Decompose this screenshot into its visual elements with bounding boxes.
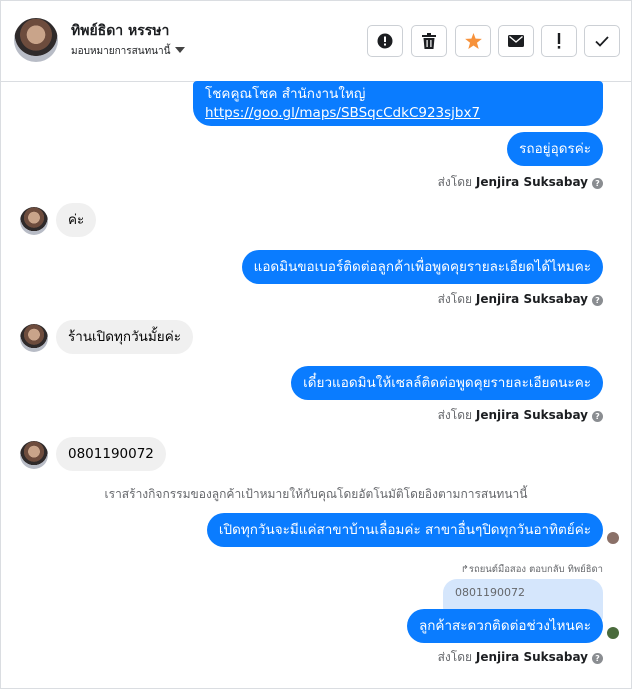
sent-by-label: ส่งโดย Jenjira Suksabay? [438, 406, 603, 425]
sent-by-prefix: ส่งโดย [437, 175, 473, 189]
help-icon[interactable]: ? [592, 295, 603, 306]
contact-avatar[interactable] [14, 18, 58, 62]
sent-by-prefix: ส่งโดย [437, 408, 473, 422]
incoming-message[interactable]: ค่ะ [56, 203, 97, 237]
page-avatar [607, 627, 619, 639]
envelope-icon [508, 35, 524, 47]
contact-avatar [20, 441, 48, 469]
incoming-message[interactable]: 0801190072 [56, 437, 166, 471]
star-icon [464, 33, 482, 49]
contact-avatar [20, 207, 48, 235]
checkmark-icon [595, 35, 609, 47]
help-icon[interactable]: ? [592, 653, 603, 664]
follow-up-button[interactable] [541, 25, 577, 57]
sent-by-name: Jenjira Suksabay [475, 408, 588, 422]
contact-name[interactable]: ทิพย์ธิดา หรรษา [71, 20, 169, 42]
assign-conversation-dropdown[interactable]: มอบหมายการสนทนานี้ [71, 44, 186, 59]
message-text: โชคคูณโชค สำนักงานใหญ่ [205, 86, 366, 102]
outgoing-message[interactable]: แอดมินขอเบอร์ติดต่อลูกค้าเพื่อพูดคุยรายล… [241, 250, 603, 284]
trash-icon [422, 33, 436, 49]
outgoing-message[interactable]: เดี๋ยวแอดมินให้เซลล์ติดต่อพูดคุยรายละเอี… [291, 366, 603, 400]
sent-by-name: Jenjira Suksabay [475, 175, 588, 189]
incoming-message[interactable]: ร้านเปิดทุกวันมั้ยค่ะ [56, 320, 193, 354]
mark-done-button[interactable] [584, 25, 620, 57]
outgoing-message[interactable]: โชคคูณโชค สำนักงานใหญ่ https://goo.gl/ma… [193, 81, 603, 126]
help-icon[interactable]: ? [592, 411, 603, 422]
message-thread[interactable]: โชคคูณโชค สำนักงานใหญ่ https://goo.gl/ma… [1, 81, 631, 688]
star-button[interactable] [455, 25, 491, 57]
reply-text: รถยนต์มือสอง ตอบกลับ ทิพย์ธิดา [468, 564, 603, 575]
assign-label: มอบหมายการสนทนานี้ [71, 46, 171, 57]
sent-by-name: Jenjira Suksabay [475, 650, 588, 664]
mark-unread-button[interactable] [498, 25, 534, 57]
inbox-conversation-panel: ทิพย์ธิดา หรรษา มอบหมายการสนทนานี้ โชคคู… [0, 0, 632, 689]
outgoing-message[interactable]: เปิดทุกวันจะมีแค่สาขาบ้านเลื่อมค่ะ สาขาอ… [206, 513, 603, 547]
system-notice: เราสร้างกิจกรรมของลูกค้าเป้าหมายให้กับคุ… [104, 487, 528, 501]
report-spam-button[interactable] [367, 25, 403, 57]
reply-label: ↱รถยนต์มือสอง ตอบกลับ ทิพย์ธิดา [461, 562, 603, 577]
sent-by-label: ส่งโดย Jenjira Suksabay? [438, 648, 603, 667]
sent-by-prefix: ส่งโดย [437, 650, 473, 664]
sent-by-label: ส่งโดย Jenjira Suksabay? [438, 290, 603, 309]
delete-button[interactable] [411, 25, 447, 57]
outgoing-message[interactable]: รถอยู่อุดรค่ะ [507, 132, 603, 166]
exclamation-icon [557, 33, 561, 49]
sent-by-label: ส่งโดย Jenjira Suksabay? [438, 173, 603, 192]
caret-down-icon [175, 47, 186, 53]
sent-by-name: Jenjira Suksabay [475, 292, 588, 306]
conversation-header: ทิพย์ธิดา หรรษา มอบหมายการสนทนานี้ [1, 1, 631, 82]
contact-avatar [20, 324, 48, 352]
seen-avatar [607, 532, 619, 544]
exclamation-circle-icon [377, 33, 393, 49]
sent-by-prefix: ส่งโดย [437, 292, 473, 306]
reply-arrow-icon: ↱ [460, 564, 469, 575]
outgoing-message[interactable]: ลูกค้าสะดวกติดต่อช่วงไหนคะ [406, 609, 603, 643]
help-icon[interactable]: ? [592, 178, 603, 189]
maps-link[interactable]: https://goo.gl/maps/SBSqcCdkC923sjbx7 [205, 105, 480, 121]
